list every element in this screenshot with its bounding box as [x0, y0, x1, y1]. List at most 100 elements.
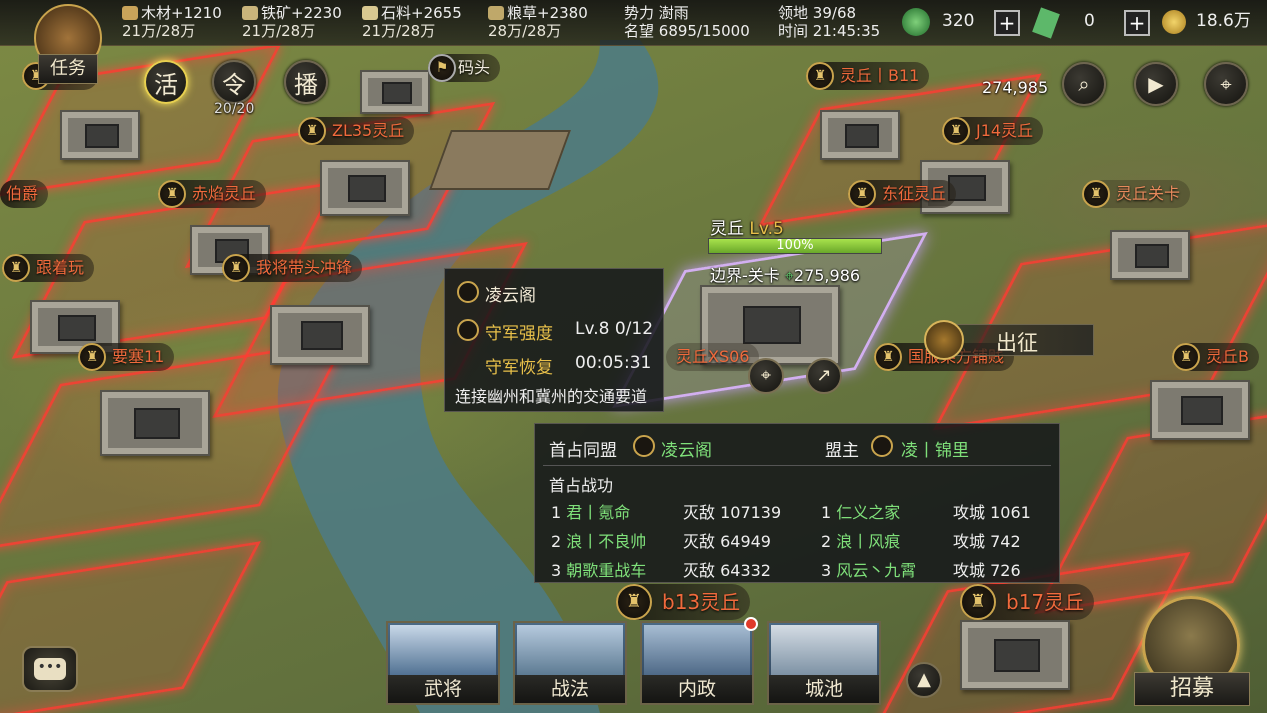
add-jade-button[interactable]: +: [994, 10, 1020, 36]
territory-info[interactable]: 领地 39/68 时间 21:45:35: [778, 4, 880, 40]
siege-value: 攻城 1061: [953, 503, 1031, 522]
location-pin-icon: ⌖: [760, 365, 772, 386]
map-label-dongzheng[interactable]: ♜ 东征灵丘: [848, 180, 957, 208]
broadcast-button[interactable]: 播: [284, 60, 328, 104]
map-label-xs06[interactable]: 灵丘XS06: [666, 343, 760, 371]
merit-label: 首占战功: [549, 476, 614, 495]
iron-icon: [242, 6, 258, 20]
gate-icon: [633, 435, 655, 457]
kill-row: 3 朝歌重战车: [551, 561, 647, 580]
chevron-up-icon: ▲: [917, 669, 931, 690]
fort[interactable]: [1150, 380, 1250, 440]
map-label-guanka[interactable]: ♜ 灵丘关卡: [1082, 180, 1191, 208]
leader-label: 盟主: [825, 441, 859, 461]
map-label-j14[interactable]: ♜ J14灵丘: [942, 117, 1044, 145]
recruit-label: 招募: [1134, 672, 1250, 706]
flag-icon: ⚑: [428, 54, 456, 82]
fort[interactable]: [100, 390, 210, 456]
gate-icon: ♜: [1172, 343, 1200, 371]
siege-ranks: 1 仁义之家 2 浪丨风痕 3 风云丶九霄: [821, 498, 916, 585]
top-bar: 木材+1210 21万/28万 铁矿+2230 21万/28万 石料+2655 21万…: [0, 0, 1267, 46]
tab-tactics[interactable]: 战法: [513, 621, 627, 705]
tab-generals[interactable]: 武将: [386, 621, 500, 705]
dock[interactable]: [429, 130, 571, 190]
map-label-chongfeng[interactable]: ♜ 我将带头冲锋: [222, 254, 363, 282]
gate-icon: ♜: [1082, 180, 1110, 208]
gate-icon: ♜: [806, 62, 834, 90]
tab-internal-label: 内政: [642, 675, 752, 703]
gate-icon: ♜: [960, 584, 996, 620]
map-label-lingqiu-b[interactable]: ♜ 灵丘B: [1172, 343, 1259, 371]
map-label-yaosai11[interactable]: ♜ 要塞11: [78, 343, 175, 371]
siege-row: 2 浪丨风痕: [821, 532, 901, 551]
copper-count: 18.6万: [1196, 11, 1251, 31]
collapse-button[interactable]: ▲: [906, 662, 942, 698]
chat-button[interactable]: •••: [22, 646, 78, 692]
location-button[interactable]: ⌖: [1204, 62, 1248, 106]
task-button[interactable]: 任务: [30, 4, 106, 92]
fort[interactable]: [60, 110, 140, 160]
kill-values: 灭敌 107139 灭敌 64949 灭敌 64332: [683, 498, 781, 585]
map-label-chiyan[interactable]: ♜ 赤焰灵丘: [158, 180, 267, 208]
kill-value: 灭敌 107139: [683, 503, 782, 522]
map-label-genzhewan[interactable]: ♜ 跟着玩: [2, 254, 95, 282]
active-button[interactable]: 活: [144, 60, 188, 104]
march-button[interactable]: 出征: [924, 320, 1096, 360]
play-icon: ▶: [1148, 72, 1164, 96]
first-occupy-panel: 首占同盟 凌云阁 盟主 凌丨锦里 首占战功 1 君丨氪命 2 浪丨不良帅 3 朝…: [534, 423, 1060, 583]
jade-icon: [902, 8, 930, 36]
map-label-zl35[interactable]: ♜ ZL35灵丘: [298, 117, 415, 145]
gate-icon: ♜: [848, 180, 876, 208]
grain-resource[interactable]: 粮草+2380 28万/28万: [488, 4, 588, 40]
siege-row: 1 仁义之家: [821, 503, 901, 522]
fort[interactable]: [1110, 230, 1190, 280]
wood-resource[interactable]: 木材+1210 21万/28万: [122, 4, 222, 40]
first-alliance-label: 首占同盟: [549, 441, 617, 461]
order-count: 20/20: [214, 101, 255, 117]
tooltip-alliance: 凌云阁: [485, 286, 536, 306]
city-gate-icon: [771, 625, 877, 677]
add-ticket-button[interactable]: +: [1124, 10, 1150, 36]
fort[interactable]: [270, 305, 370, 365]
recover-label: 守军恢复: [485, 358, 553, 378]
fort[interactable]: [820, 110, 900, 160]
map-label-bojue[interactable]: 伯爵: [0, 180, 49, 208]
jade-count: 320: [942, 11, 975, 31]
search-button[interactable]: ⌕: [1062, 62, 1106, 106]
map-label-b13[interactable]: ♜ b13灵丘: [616, 584, 751, 620]
defense-label: 守军强度: [485, 324, 553, 344]
map-label-dock[interactable]: ⚑ 码头: [428, 54, 501, 82]
ticket-icon: [1032, 7, 1060, 39]
gate-icon: ♜: [874, 343, 902, 371]
gate-icon: ♜: [158, 180, 186, 208]
pin-icon: ⌖: [784, 266, 794, 285]
fort[interactable]: [320, 160, 410, 216]
recover-time: 00:05:31: [575, 353, 652, 373]
recruit-button[interactable]: 招募: [1134, 596, 1250, 708]
mark-button[interactable]: ⌖: [748, 358, 784, 394]
kill-value: 灭敌 64332: [683, 561, 771, 580]
officials-icon: [644, 625, 750, 677]
play-button[interactable]: ▶: [1134, 62, 1178, 106]
iron-resource[interactable]: 铁矿+2230 21万/28万: [242, 4, 342, 40]
map-label-b17[interactable]: ♜ b17灵丘: [960, 584, 1095, 620]
stone-resource[interactable]: 石料+2655 21万/28万: [362, 4, 462, 40]
city-progress-bar: 100%: [708, 238, 882, 254]
fort[interactable]: [360, 70, 430, 114]
map-label-b11[interactable]: ♜ 灵丘丨B11: [806, 62, 930, 90]
siege-row: 3 风云丶九霄: [821, 561, 917, 580]
tab-internal[interactable]: 内政: [640, 617, 758, 705]
share-button[interactable]: ↗: [806, 358, 842, 394]
leader-icon: [871, 435, 893, 457]
faction-info[interactable]: 势力 澍雨 名望 6895/15000: [624, 4, 750, 40]
march-label: 出征: [996, 331, 1038, 355]
defense-value: Lv.8 0/12: [575, 319, 654, 339]
copper-icon: [1162, 10, 1186, 34]
gate-icon: ♜: [78, 343, 106, 371]
search-icon: ⌕: [1078, 72, 1090, 96]
fort[interactable]: [960, 620, 1070, 690]
soldiers-icon: [517, 625, 623, 677]
order-button[interactable]: 令: [212, 60, 256, 104]
stone-icon: [362, 6, 378, 20]
tab-city[interactable]: 城池: [767, 621, 881, 705]
